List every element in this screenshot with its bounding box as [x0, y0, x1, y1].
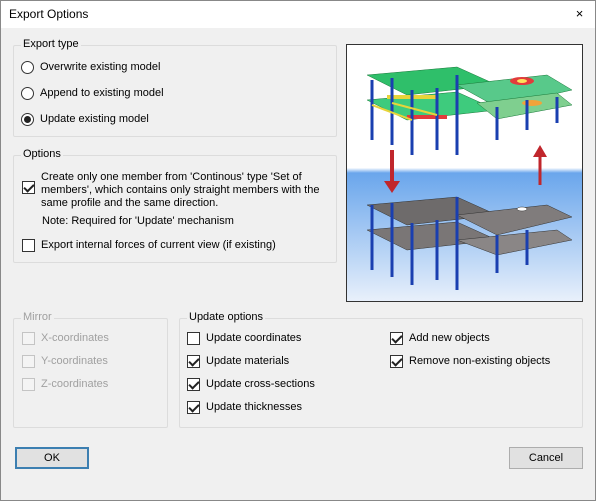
mirror-z-option[interactable]: Z-coordinates [22, 378, 108, 391]
ok-button[interactable]: OK [15, 447, 89, 469]
options-label: Options [21, 148, 63, 160]
export-forces-label: Export internal forces of current view (… [41, 239, 276, 251]
cancel-button[interactable]: Cancel [509, 447, 583, 469]
mirror-y-checkbox[interactable] [22, 355, 35, 368]
update-cross-sections-label: Update cross-sections [206, 378, 315, 390]
radio-append[interactable]: Append to existing model [21, 87, 164, 100]
update-coordinates-checkbox[interactable] [187, 332, 200, 345]
mirror-x-label: X-coordinates [41, 332, 109, 344]
remove-non-existing-option[interactable]: Remove non-existing objects [390, 355, 550, 368]
remove-non-existing-label: Remove non-existing objects [409, 355, 551, 367]
export-forces-checkbox[interactable] [22, 239, 35, 252]
add-new-objects-label: Add new objects [409, 332, 490, 344]
export-forces-option[interactable]: Export internal forces of current view (… [22, 239, 276, 252]
radio-overwrite-label: Overwrite existing model [40, 61, 161, 73]
mirror-x-checkbox[interactable] [22, 332, 35, 345]
radio-append-indicator[interactable] [21, 87, 34, 100]
radio-append-label: Append to existing model [40, 87, 164, 99]
update-materials-checkbox[interactable] [187, 355, 200, 368]
update-mechanism-note: Note: Required for 'Update' mechanism [42, 215, 234, 227]
single-member-label: Create only one member from 'Continous' … [41, 171, 320, 209]
export-options-dialog: Export Options × Export type Overwrite e… [0, 0, 596, 501]
mirror-y-label: Y-coordinates [41, 355, 108, 367]
mirror-z-checkbox[interactable] [22, 378, 35, 391]
update-cross-sections-option[interactable]: Update cross-sections [187, 378, 315, 391]
radio-update-label: Update existing model [40, 113, 149, 125]
structure-preview-illustration [347, 45, 582, 301]
update-thicknesses-option[interactable]: Update thicknesses [187, 401, 302, 414]
single-member-checkbox[interactable] [22, 181, 35, 194]
mirror-label: Mirror [21, 311, 54, 323]
add-new-objects-checkbox[interactable] [390, 332, 403, 345]
update-options-label: Update options [187, 311, 265, 323]
mirror-x-option[interactable]: X-coordinates [22, 332, 109, 345]
update-coordinates-label: Update coordinates [206, 332, 302, 344]
export-type-label: Export type [21, 38, 81, 50]
update-coordinates-option[interactable]: Update coordinates [187, 332, 301, 345]
update-cross-sections-checkbox[interactable] [187, 378, 200, 391]
add-new-objects-option[interactable]: Add new objects [390, 332, 490, 345]
radio-update[interactable]: Update existing model [21, 113, 149, 126]
update-thicknesses-label: Update thicknesses [206, 401, 302, 413]
radio-overwrite[interactable]: Overwrite existing model [21, 61, 160, 74]
close-icon[interactable]: × [572, 6, 587, 21]
remove-non-existing-checkbox[interactable] [390, 355, 403, 368]
title-bar: Export Options × [1, 1, 595, 28]
update-thicknesses-checkbox[interactable] [187, 401, 200, 414]
update-materials-label: Update materials [206, 355, 290, 367]
radio-update-indicator[interactable] [21, 113, 34, 126]
mirror-z-label: Z-coordinates [41, 378, 109, 390]
update-materials-option[interactable]: Update materials [187, 355, 289, 368]
mirror-y-option[interactable]: Y-coordinates [22, 355, 108, 368]
model-preview-image [346, 44, 583, 302]
dialog-title: Export Options [9, 7, 89, 21]
single-member-option[interactable]: Create only one member from 'Continous' … [22, 171, 321, 210]
radio-overwrite-indicator[interactable] [21, 61, 34, 74]
